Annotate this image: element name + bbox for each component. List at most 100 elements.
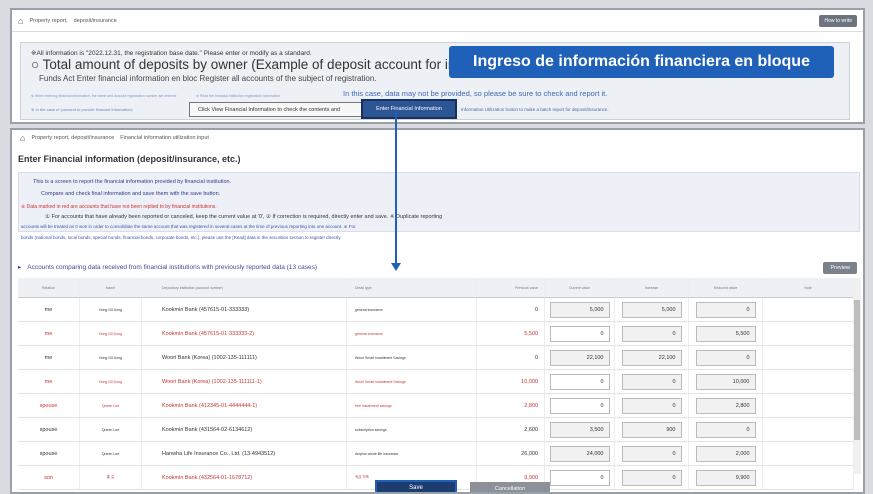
increase-value: 0 <box>621 325 682 342</box>
current-value-input[interactable]: 0 <box>549 373 610 390</box>
column-header: Depository institution (account number) <box>142 278 347 297</box>
notice-line: ① For accounts that have already been re… <box>45 214 443 220</box>
notice-line: Compare and check final information and … <box>41 191 221 197</box>
notice-line: accounts will be treated as 0 won in ord… <box>21 224 356 229</box>
previous-value-cell: 2,600 <box>477 418 545 441</box>
info-note: Information Utilization button to make a… <box>461 107 609 112</box>
current-value-input[interactable]: 0 <box>549 325 610 342</box>
home-icon[interactable]: ⌂ <box>20 133 25 143</box>
info-warning: In this case, data may not be provided, … <box>343 89 608 98</box>
current-value-cell: 22,100 <box>545 346 615 369</box>
previous-value: 0 <box>534 306 538 313</box>
type-cell: Amplus whole life insurance <box>347 442 477 465</box>
current-value-cell: 0 <box>545 466 615 489</box>
table-row: me Hong Gil Dong Woori Bank (Korea) (1002-… <box>18 346 854 370</box>
table-row: me Hong Gil Dong Kookmin Bank (457615-01-3… <box>18 298 854 322</box>
increase-cell: 900 <box>615 418 689 441</box>
current-value-cell: 24,000 <box>545 442 615 465</box>
breadcrumb-item: Financial information utilization input <box>120 135 209 141</box>
relation-cell: son <box>18 466 80 489</box>
current-value-cell: 0 <box>545 322 615 345</box>
previous-value-cell: 26,000 <box>477 442 545 465</box>
bank-cell: Woori Bank (Korea) (1002-135-111111-1) <box>142 370 347 393</box>
breadcrumb: ⌂ Property report, deposit/insurance Fin… <box>12 130 863 146</box>
column-header: Note <box>763 278 854 297</box>
increase-value: 0 <box>621 445 682 462</box>
relation-cell: me <box>18 346 80 369</box>
current-value-input[interactable]: 3,500 <box>549 421 610 438</box>
save-button[interactable]: Save <box>375 480 457 492</box>
bank-cell: Kookmin Bank (457615-01-333333-2) <box>142 322 347 345</box>
previous-value-cell: 10,000 <box>477 370 545 393</box>
breadcrumb-item: deposit/insurance <box>73 17 117 24</box>
current-value-input[interactable]: 24,000 <box>549 445 610 462</box>
previous-value: 2,600 <box>524 426 538 433</box>
relation-cell: me <box>18 298 80 321</box>
scrollbar-thumb[interactable] <box>854 300 860 440</box>
table-row: me Hong Gil Dong Woori Bank (Korea) (1002-… <box>18 370 854 394</box>
current-value-cell: 0 <box>545 394 615 417</box>
name-cell: 홍 길 <box>80 466 142 489</box>
table-row: spouse Queen Lee Hanwha Life Insurance Co.… <box>18 442 854 466</box>
home-icon[interactable]: ⌂ <box>18 16 23 26</box>
type-cell: Woori Smart Installment Savings <box>347 370 477 393</box>
increase-value: 0 <box>621 397 682 414</box>
preview-button[interactable]: Preview <box>823 262 857 274</box>
bottom-panel: ⌂ Property report, deposit/insurance Fin… <box>10 128 865 494</box>
column-header: Previous value <box>477 278 545 297</box>
reduced-cell: 2,000 <box>689 442 763 465</box>
info-note: ※ Read the financial institution registr… <box>196 94 281 98</box>
section-heading: ▸ Accounts comparing data received from … <box>18 263 317 272</box>
bank-cell: Woori Bank (Korea) (1002-135-111111) <box>142 346 347 369</box>
name-cell: Hong Gil Dong <box>80 370 142 393</box>
type-cell: Woori Smart Installment Savings <box>347 346 477 369</box>
bank-cell: Kookmin Bank (412345-01-4444444-1) <box>142 394 347 417</box>
current-value-input[interactable]: 22,100 <box>549 349 610 366</box>
name-cell: Queen Lee <box>80 418 142 441</box>
reduced-cell: 0 <box>689 346 763 369</box>
current-value-input[interactable]: 0 <box>549 397 610 414</box>
type-cell: free installment savings <box>347 394 477 417</box>
reduced-cell: 2,800 <box>689 394 763 417</box>
info-note: ※ When entering financial information, t… <box>31 94 177 98</box>
relation-cell: spouse <box>18 394 80 417</box>
current-value-cell: 0 <box>545 370 615 393</box>
current-value-input[interactable]: 5,000 <box>549 301 610 318</box>
page-title: Enter Financial information (deposit/ins… <box>18 154 241 164</box>
bank-cell: Kookmin Bank (432564-01-1678712) <box>142 466 347 489</box>
increase-value: 900 <box>621 421 682 438</box>
previous-value: 5,500 <box>524 330 538 337</box>
relation-cell: me <box>18 322 80 345</box>
increase-value: 22,100 <box>621 349 682 366</box>
reduced-value: 5,500 <box>695 325 756 342</box>
note-cell <box>763 418 854 441</box>
breadcrumb-item: Property report, <box>29 17 68 24</box>
how-to-write-button[interactable]: How to write <box>819 15 857 27</box>
previous-value: 9,900 <box>524 474 538 481</box>
name-cell: Hong Gil Dong <box>80 298 142 321</box>
info-subtext: Funds Act Enter financial information en… <box>39 74 377 83</box>
enter-financial-info-button[interactable]: Enter Financial Information <box>361 99 457 119</box>
name-cell: Hong Gil Dong <box>80 322 142 345</box>
previous-value: 0 <box>534 354 538 361</box>
accounts-table: Relation Name Depository institution (ac… <box>18 278 854 490</box>
table-row: spouse Queen Lee Kookmin Bank (412345-01-4… <box>18 394 854 418</box>
info-heading: ○ Total amount of deposits by owner (Exa… <box>31 57 463 72</box>
bank-cell: Hanwha Life Insurance Co., Ltd. (13-4943… <box>142 442 347 465</box>
bank-cell: Kookmin Bank (431564-02-6134612) <box>142 418 347 441</box>
reduced-cell: 9,900 <box>689 466 763 489</box>
table-header: Relation Name Depository institution (ac… <box>18 278 854 298</box>
info-line: ※All information is "2022.12.31, the reg… <box>31 50 312 57</box>
increase-value: 5,000 <box>621 301 682 318</box>
notice-box: This is a screen to report the financial… <box>18 172 860 240</box>
reduced-value: 10,000 <box>695 373 756 390</box>
current-value-cell: 3,500 <box>545 418 615 441</box>
arrow-down-icon <box>391 263 401 271</box>
increase-cell: 5,000 <box>615 298 689 321</box>
increase-cell: 0 <box>615 394 689 417</box>
current-value-cell: 5,000 <box>545 298 615 321</box>
cancel-button[interactable]: Cancellation <box>470 482 550 492</box>
reduced-cell: 0 <box>689 298 763 321</box>
reduced-value: 2,800 <box>695 397 756 414</box>
current-value-input[interactable]: 0 <box>549 469 610 486</box>
